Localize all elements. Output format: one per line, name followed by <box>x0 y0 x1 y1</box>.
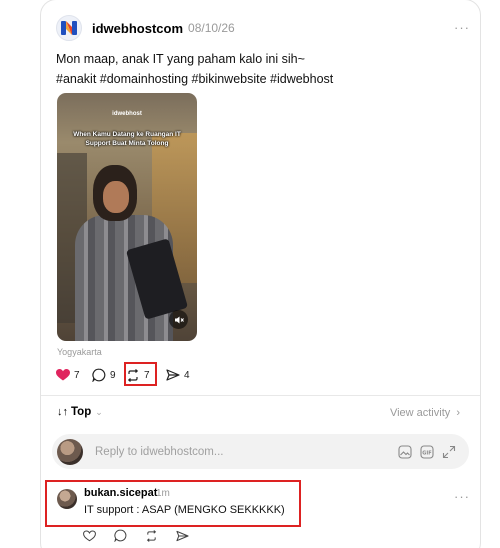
section-divider <box>41 395 480 396</box>
share-button[interactable]: 4 <box>166 369 196 381</box>
comment-time: 1m <box>156 488 170 499</box>
speaker-muted-icon <box>174 316 184 323</box>
comment-repost-button[interactable] <box>145 529 158 542</box>
post-username[interactable]: idwebhostcom <box>92 21 183 36</box>
sort-label: Top <box>71 406 92 418</box>
post-timestamp: 08/10/26 <box>188 21 235 35</box>
comment-text: IT support : ASAP (MENGKO SEKKKKK) <box>84 504 285 516</box>
current-user-avatar <box>57 438 83 465</box>
repost-icon <box>146 529 157 542</box>
video-caption: When Kamu Datang ke Ruangan IT Support B… <box>73 131 181 147</box>
comment-actions <box>83 529 189 542</box>
comment-button[interactable]: 9 <box>92 368 126 382</box>
comment-count: 9 <box>110 369 116 381</box>
reply-input[interactable]: Reply to idwebhostcom... <box>95 446 398 458</box>
chevron-down-icon: ⌄ <box>95 406 103 417</box>
post-header: idwebhostcom 08/10/26 <box>56 15 235 41</box>
post-text: Mon maap, anak IT yang paham kalo ini si… <box>56 52 305 66</box>
mute-button[interactable] <box>169 310 188 329</box>
video-person-face <box>103 181 129 213</box>
comment-username[interactable]: bukan.sicepat <box>84 487 157 499</box>
comment-reply-button[interactable] <box>114 529 127 542</box>
reply-toolbar: GIF <box>398 444 456 459</box>
author-avatar[interactable] <box>56 15 82 41</box>
post-hashtags[interactable]: #anakit #domainhosting #bikinwebsite #id… <box>56 72 333 86</box>
comment-like-button[interactable] <box>83 529 96 542</box>
sort-arrows-icon: ↓↑ <box>57 406 68 418</box>
like-count: 7 <box>74 369 80 381</box>
image-icon[interactable] <box>398 444 412 459</box>
send-icon <box>176 530 189 541</box>
chevron-right-icon: › <box>456 407 460 419</box>
share-count: 4 <box>184 369 190 381</box>
gif-icon[interactable]: GIF <box>420 444 434 459</box>
comment-avatar[interactable] <box>57 489 77 509</box>
like-button[interactable]: 7 <box>56 369 92 381</box>
comment-more-options-icon[interactable]: ··· <box>454 489 470 504</box>
comment-bubble-icon <box>114 529 127 542</box>
expand-icon[interactable] <box>442 445 456 459</box>
reply-composer[interactable]: Reply to idwebhostcom... GIF <box>52 434 469 469</box>
post-more-options-icon[interactable]: ··· <box>454 20 470 35</box>
view-activity-link[interactable]: View activity › <box>390 407 460 419</box>
comment-bubble-icon <box>92 368 106 382</box>
heart-filled-icon <box>56 369 70 381</box>
post-video[interactable]: idwebhost When Kamu Datang ke Ruangan IT… <box>57 93 197 341</box>
heart-outline-icon <box>83 529 96 541</box>
sort-dropdown[interactable]: ↓↑ Top ⌄ <box>57 406 103 418</box>
video-brand-watermark: idwebhost <box>112 111 142 117</box>
view-activity-label: View activity <box>389 407 451 419</box>
svg-text:GIF: GIF <box>422 450 431 456</box>
comment-share-button[interactable] <box>176 530 189 542</box>
idwebhost-logo-icon <box>61 21 77 35</box>
send-icon <box>166 369 180 381</box>
post-location[interactable]: Yogyakarta <box>57 347 102 357</box>
repost-highlight-box <box>124 362 157 386</box>
